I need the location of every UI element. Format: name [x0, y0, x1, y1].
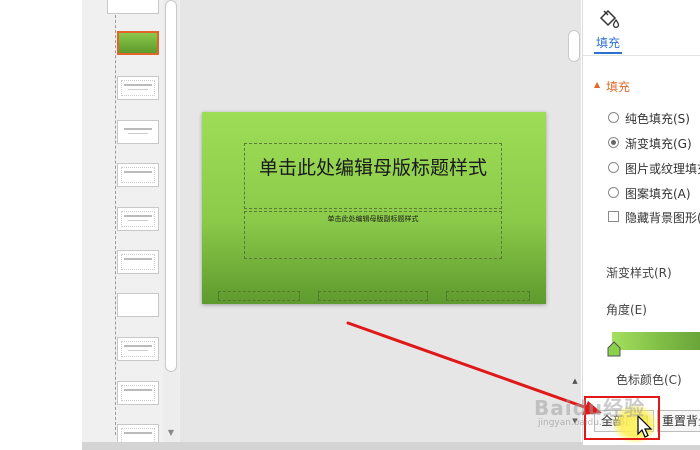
label-pattern-fill: 图案填充(A): [625, 187, 691, 201]
tab-fill-underline: [594, 52, 622, 54]
thumbnail-tree-line: [115, 10, 116, 435]
left-margin: [0, 0, 82, 450]
thumbnail-layout[interactable]: [117, 120, 159, 144]
thumbnail-layout[interactable]: [117, 250, 159, 274]
thumbnail-layout[interactable]: [117, 293, 159, 317]
checkbox-hide-background-graphics[interactable]: [608, 211, 619, 222]
thumbnail-layout[interactable]: [117, 207, 159, 231]
paint-bucket-icon[interactable]: [598, 8, 620, 34]
radio-solid-fill[interactable]: [608, 112, 619, 123]
thumbnail-master[interactable]: [107, 0, 159, 14]
label-hide-background-graphics: 隐藏背景图形(: [625, 211, 700, 225]
label-picture-fill: 图片或纹理填充: [625, 162, 700, 176]
label-solid-fill: 纯色填充(S): [625, 112, 690, 126]
tab-fill[interactable]: 填充: [596, 34, 620, 51]
radio-gradient-fill[interactable]: [608, 137, 619, 148]
gradient-style-label: 渐变样式(R): [606, 266, 672, 280]
radio-pattern-fill[interactable]: [608, 187, 619, 198]
thumbnail-layout[interactable]: [117, 381, 159, 405]
watermark-url: jingyan.baidu.com: [538, 418, 622, 428]
radio-picture-fill[interactable]: [608, 162, 619, 173]
footer-date-placeholder[interactable]: [218, 291, 300, 301]
canvas-scrollbar-thumb[interactable]: [568, 30, 580, 62]
thumbnail-layout[interactable]: [117, 163, 159, 187]
thumbnail-scroll-down-icon[interactable]: ▼: [166, 428, 176, 438]
panel-divider: [582, 55, 700, 56]
thumbnail-layout[interactable]: [117, 76, 159, 100]
slide-title-text: 单击此处编辑母版标题样式: [258, 157, 487, 179]
thumbnail-layout-selected[interactable]: [117, 31, 159, 55]
reset-background-button[interactable]: 重置背景: [657, 410, 700, 432]
watermark-logo: Baidu经验: [534, 396, 646, 420]
fill-section-header[interactable]: 填充: [606, 78, 630, 95]
label-gradient-fill: 渐变填充(G): [625, 137, 692, 151]
footer-text-placeholder[interactable]: [318, 291, 428, 301]
gradient-stops-bar[interactable]: [612, 332, 700, 350]
triangle-down-icon[interactable]: ▲: [594, 80, 600, 89]
slide-subtitle-text: 单击此处编辑母版副标题样式: [327, 215, 419, 223]
stop-color-label: 色标颜色(C): [616, 373, 682, 387]
footer-number-placeholder[interactable]: [446, 291, 530, 301]
thumbnail-layout[interactable]: [117, 337, 159, 361]
thumbnail-scrollbar-thumb[interactable]: [165, 0, 177, 372]
